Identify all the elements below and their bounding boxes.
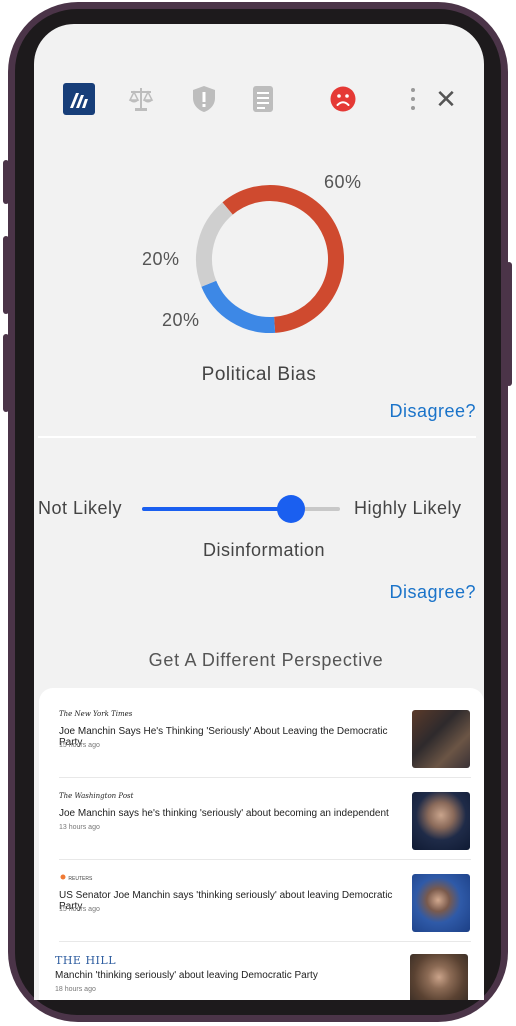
article-headline[interactable]: Joe Manchin says he's thinking 'seriousl… [59, 808, 399, 819]
slice-label-left: 20% [142, 249, 180, 269]
article-time: 18 hours ago [55, 986, 96, 993]
article-headline[interactable]: Joe Manchin Says He's Thinking 'Seriousl… [59, 726, 399, 748]
document-icon[interactable] [246, 82, 280, 116]
sad-face-icon[interactable] [326, 82, 360, 116]
article-source: The New York Times [59, 710, 133, 718]
article-headline[interactable]: Manchin 'thinking seriously' about leavi… [55, 970, 395, 981]
slider-high-label: Highly Likely [354, 498, 462, 518]
disinformation-label: Disinformation [202, 540, 326, 560]
political-bias-chart: 60% 20% 20% [34, 164, 484, 364]
toolbar: ✕ [34, 82, 484, 126]
bias-disagree-link[interactable]: Disagree? [389, 401, 476, 422]
section-divider [38, 436, 476, 438]
disinformation-slider-row: Not Likely Highly Likely [34, 494, 484, 526]
perspective-title: Get A Different Perspective [148, 650, 384, 670]
donut-slice-left [201, 280, 276, 333]
article-thumbnail[interactable] [412, 874, 470, 932]
disinformation-disagree-link[interactable]: Disagree? [389, 582, 476, 603]
slider-fill [142, 507, 291, 511]
app-screen: ✕ 60% 20% 20% Political Bias Disagree? N… [34, 24, 484, 1000]
slice-label-center: 20% [162, 310, 200, 330]
article-headline[interactable]: US Senator Joe Manchin says 'thinking se… [59, 890, 399, 912]
phone-side-button [3, 236, 9, 314]
article-item[interactable]: The New York Times Joe Manchin Says He's… [59, 710, 477, 792]
reuters-logo-icon [60, 874, 66, 880]
article-separator [59, 941, 471, 942]
phone-side-button [3, 160, 9, 204]
article-thumbnail[interactable] [412, 792, 470, 850]
article-item[interactable]: REUTERS US Senator Joe Manchin says 'thi… [59, 874, 477, 956]
logo-icon[interactable] [62, 82, 96, 116]
slider-thumb[interactable] [276, 495, 305, 523]
scales-icon[interactable] [124, 82, 158, 116]
more-vert-icon[interactable] [396, 82, 430, 116]
article-time: 13 hours ago [59, 824, 100, 831]
article-time: 15 hours ago [59, 906, 100, 913]
article-thumbnail[interactable] [410, 954, 468, 1000]
article-time: 15 hours ago [59, 742, 100, 749]
article-source-name: REUTERS [68, 876, 93, 882]
article-source: REUTERS [59, 874, 92, 882]
article-item[interactable]: THE HILL Manchin 'thinking seriously' ab… [55, 954, 477, 1000]
article-thumbnail[interactable] [412, 710, 470, 768]
shield-alert-icon[interactable] [187, 82, 221, 116]
phone-side-button [3, 334, 9, 412]
slider-low-label: Not Likely [38, 498, 123, 518]
articles-card: The New York Times Joe Manchin Says He's… [39, 688, 484, 1000]
phone-power-button [506, 262, 512, 386]
slice-label-right: 60% [324, 172, 362, 192]
article-separator [59, 777, 471, 778]
article-separator [59, 859, 471, 860]
disinformation-slider[interactable] [142, 495, 340, 523]
donut-slice-center [196, 202, 233, 287]
political-bias-label: Political Bias [201, 364, 317, 385]
close-icon[interactable]: ✕ [429, 82, 463, 116]
article-source: THE HILL [55, 954, 117, 967]
donut-slice-right [222, 185, 344, 333]
article-source: The Washington Post [59, 792, 134, 800]
article-item[interactable]: The Washington Post Joe Manchin says he'… [59, 792, 477, 874]
